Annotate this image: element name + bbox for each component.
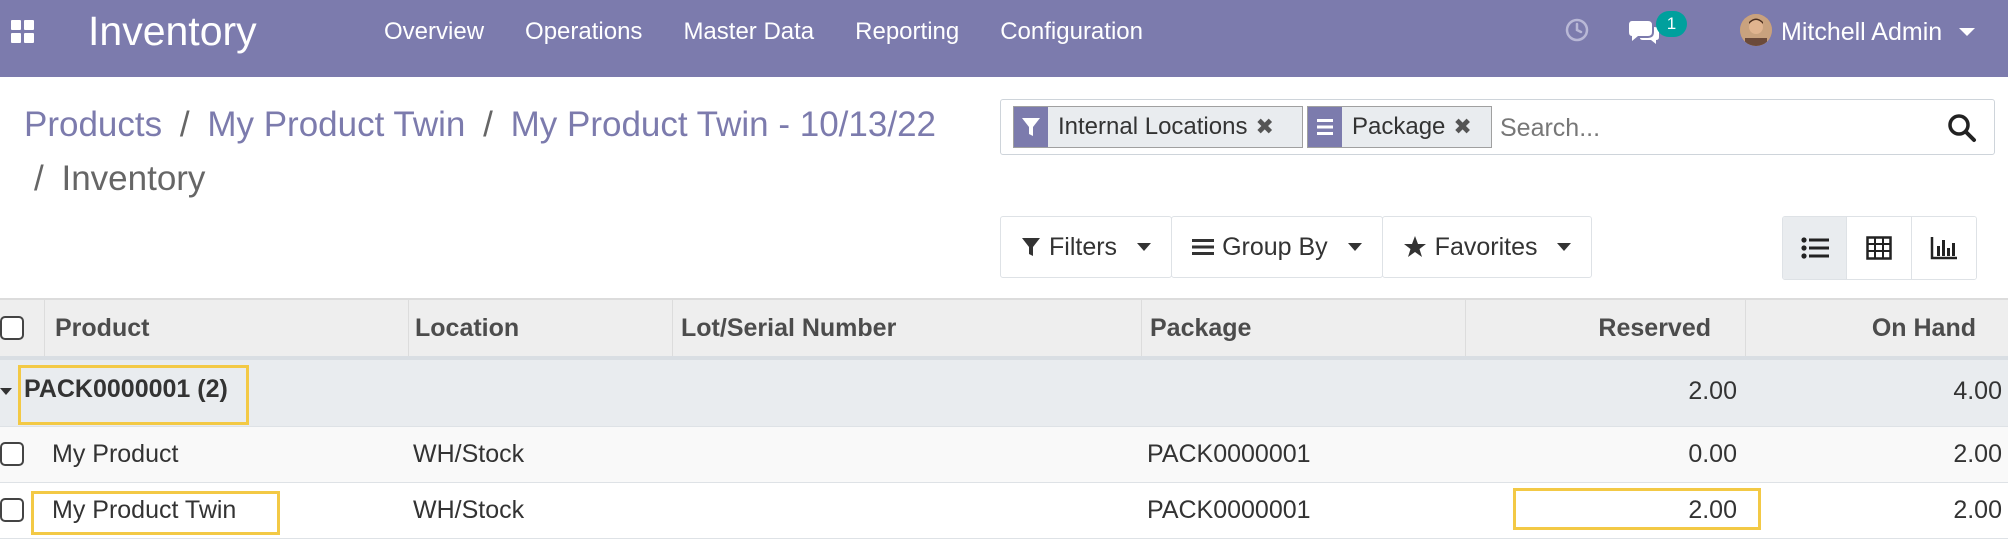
row-checkbox[interactable] xyxy=(0,498,24,522)
search-facet-filter[interactable]: Internal Locations ✖ xyxy=(1013,106,1303,148)
cell-location: WH/Stock xyxy=(413,496,525,524)
column-header-product[interactable]: Product xyxy=(44,300,408,356)
breadcrumb-separator: / xyxy=(179,105,190,144)
breadcrumb-current-line: / Inventory xyxy=(34,156,205,202)
search-box: Internal Locations ✖ Package ✖ xyxy=(1000,99,1995,155)
cell-package: PACK0000001 xyxy=(1147,496,1311,524)
search-options-bar: Filters Group By Favorites xyxy=(1000,216,1593,278)
activity-clock-icon[interactable] xyxy=(1565,18,1589,42)
list-view-icon xyxy=(1800,237,1829,259)
breadcrumb-separator: / xyxy=(34,159,44,198)
user-avatar[interactable] xyxy=(1740,14,1772,46)
user-name[interactable]: Mitchell Admin xyxy=(1781,14,1942,50)
top-navbar: Inventory Overview Operations Master Dat… xyxy=(0,0,2008,77)
star-icon xyxy=(1403,236,1426,257)
user-menu-chevron-down-icon[interactable] xyxy=(1959,28,1975,36)
breadcrumb-current: Inventory xyxy=(61,159,206,198)
notification-count-badge: 1 xyxy=(1656,11,1687,37)
app-title[interactable]: Inventory xyxy=(88,6,257,56)
cell-reserved: 2.00 xyxy=(1688,496,1737,524)
group-reserved-total: 2.00 xyxy=(1688,377,1737,405)
column-header-reserved[interactable]: Reserved xyxy=(1465,300,1745,356)
facet-label: Package xyxy=(1352,113,1446,140)
column-header-lot-serial-number[interactable]: Lot/Serial Number xyxy=(672,300,1141,356)
breadcrumb: Products / My Product Twin / My Product … xyxy=(24,102,936,148)
group-by-icon xyxy=(1192,239,1215,255)
breadcrumb-product-template[interactable]: My Product Twin xyxy=(207,105,465,144)
caret-down-icon[interactable] xyxy=(0,388,12,395)
apps-menu-icon[interactable] xyxy=(11,20,37,46)
column-header-location[interactable]: Location xyxy=(408,300,672,356)
pivot-view-icon xyxy=(1866,236,1892,260)
column-header-on-hand[interactable]: On Hand xyxy=(1745,300,2008,356)
cell-location: WH/Stock xyxy=(413,440,525,468)
filter-icon xyxy=(1014,107,1048,147)
cell-product: My Product Twin xyxy=(52,496,237,524)
filters-button[interactable]: Filters xyxy=(1000,216,1173,278)
select-all-checkbox[interactable] xyxy=(0,316,24,340)
menu-item-operations[interactable]: Operations xyxy=(525,14,642,50)
chevron-down-icon xyxy=(1557,243,1572,251)
favorites-label: Favorites xyxy=(1434,232,1538,261)
remove-facet-close-icon[interactable]: ✖ xyxy=(1453,114,1477,140)
main-menu: Overview Operations Master Data Reportin… xyxy=(384,14,1143,50)
filter-icon xyxy=(1022,238,1040,256)
search-icon[interactable] xyxy=(1946,112,1978,144)
facet-label: Internal Locations xyxy=(1058,113,1248,140)
list-view-button[interactable] xyxy=(1783,217,1846,279)
breadcrumb-separator: / xyxy=(483,105,493,144)
pivot-view-button[interactable] xyxy=(1846,217,1911,279)
cell-on-hand: 2.00 xyxy=(1953,496,2002,524)
menu-item-overview[interactable]: Overview xyxy=(384,14,484,50)
stock-quant-list: Product Location Lot/Serial Number Packa… xyxy=(0,298,2008,539)
remove-facet-close-icon[interactable]: ✖ xyxy=(1255,114,1279,140)
breadcrumb-product-variant[interactable]: My Product Twin - 10/13/22 xyxy=(511,105,936,144)
cell-product: My Product xyxy=(52,440,179,468)
group-by-label: Group By xyxy=(1222,232,1328,261)
menu-item-reporting[interactable]: Reporting xyxy=(855,14,959,50)
table-row[interactable]: My Product WH/Stock PACK0000001 0.00 2.0… xyxy=(0,427,2008,483)
search-input[interactable] xyxy=(1498,108,1902,148)
column-header-package[interactable]: Package xyxy=(1141,300,1465,356)
menu-item-configuration[interactable]: Configuration xyxy=(1000,14,1143,50)
graph-view-button[interactable] xyxy=(1911,217,1976,279)
graph-view-icon xyxy=(1930,237,1957,260)
breadcrumb-products[interactable]: Products xyxy=(24,105,162,144)
favorites-button[interactable]: Favorites xyxy=(1381,216,1593,278)
group-label: PACK0000001 (2) xyxy=(24,375,228,403)
chevron-down-icon xyxy=(1347,243,1362,251)
view-switcher xyxy=(1782,216,1977,280)
chevron-down-icon xyxy=(1137,243,1152,251)
cell-on-hand: 2.00 xyxy=(1953,440,2002,468)
cell-reserved: 0.00 xyxy=(1688,440,1737,468)
group-row-package[interactable]: PACK0000001 (2) 2.00 4.00 xyxy=(0,360,2008,427)
menu-item-master-data[interactable]: Master Data xyxy=(683,14,814,50)
search-facet-group-by[interactable]: Package ✖ xyxy=(1307,106,1492,148)
cell-package: PACK0000001 xyxy=(1147,440,1311,468)
group-by-button[interactable]: Group By xyxy=(1171,216,1383,278)
row-checkbox[interactable] xyxy=(0,442,24,466)
table-row[interactable]: My Product Twin WH/Stock PACK0000001 2.0… xyxy=(0,483,2008,539)
table-header: Product Location Lot/Serial Number Packa… xyxy=(0,298,2008,360)
group-on-hand-total: 4.00 xyxy=(1953,377,2002,405)
filters-label: Filters xyxy=(1049,232,1118,261)
group-by-icon xyxy=(1308,107,1342,147)
